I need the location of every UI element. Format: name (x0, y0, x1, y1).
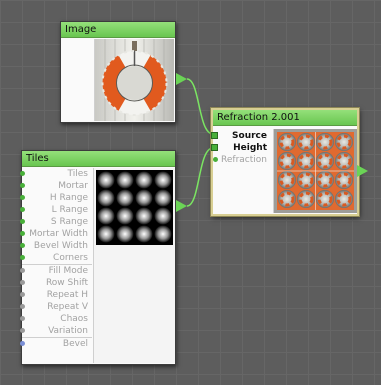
input-label: S Range (50, 217, 88, 227)
input-label: Bevel (62, 339, 88, 349)
input-port[interactable] (20, 280, 25, 285)
input-label: Variation (48, 326, 88, 336)
refraction-node[interactable]: Refraction 2.001 Source Height Refractio… (211, 108, 359, 216)
input-source[interactable]: Source (211, 130, 271, 142)
input-bevel-width[interactable]: Bevel Width (20, 240, 92, 252)
refraction-output-port[interactable] (357, 165, 368, 177)
input-label: Mortar Width (29, 229, 88, 239)
input-port[interactable] (20, 255, 25, 260)
input-l-range[interactable]: L Range (20, 204, 92, 216)
input-label: Chaos (60, 314, 88, 324)
input-port[interactable] (20, 316, 25, 321)
image-preview (94, 39, 174, 121)
input-port[interactable] (20, 341, 25, 346)
input-port[interactable] (20, 231, 25, 236)
tiles-output-port[interactable] (176, 200, 187, 212)
input-port[interactable] (211, 132, 218, 139)
input-repeat-h[interactable]: Repeat H (20, 289, 92, 301)
tiles-pattern (94, 168, 175, 248)
refraction-input-list: Source Height Refraction (211, 130, 271, 166)
input-mortar-width[interactable]: Mortar Width (20, 228, 92, 240)
input-label: Height (233, 143, 267, 153)
input-height[interactable]: Height (211, 142, 271, 154)
input-label: Source (232, 131, 267, 141)
refraction-result-image (274, 129, 357, 213)
image-node[interactable]: Image (60, 21, 176, 123)
input-port[interactable] (20, 219, 25, 224)
tiles-node-title[interactable]: Tiles (22, 151, 175, 167)
input-variation[interactable]: Variation (20, 325, 92, 337)
input-row-shift[interactable]: Row Shift (20, 277, 92, 289)
input-label: Bevel Width (33, 241, 88, 251)
input-port[interactable] (20, 195, 25, 200)
input-port[interactable] (20, 207, 25, 212)
input-mortar[interactable]: Mortar (20, 180, 92, 192)
input-port[interactable] (20, 183, 25, 188)
input-port[interactable] (20, 171, 25, 176)
tiles-node[interactable]: Tiles Tiles Mortar H Range L Range S Ran… (20, 150, 176, 365)
input-label: L Range (51, 205, 88, 215)
input-label: Mortar (58, 181, 88, 191)
input-label: Corners (53, 253, 88, 263)
input-label: Refraction (221, 155, 267, 165)
tiles-input-list: Tiles Mortar H Range L Range S Range Mor… (20, 168, 92, 350)
input-label: Fill Mode (48, 266, 88, 276)
input-port[interactable] (20, 292, 25, 297)
input-port[interactable] (20, 268, 25, 273)
input-label: Repeat V (47, 302, 88, 312)
input-port[interactable] (20, 328, 25, 333)
input-label: Row Shift (45, 278, 88, 288)
image-output-port[interactable] (176, 73, 187, 85)
wire-tiles-to-height (186, 147, 214, 207)
input-fill-mode[interactable]: Fill Mode (20, 264, 92, 277)
wire-image-to-source (186, 78, 214, 135)
life-ring-photo (95, 39, 174, 121)
input-label: H Range (49, 193, 88, 203)
input-corners[interactable]: Corners (20, 252, 92, 264)
input-refraction[interactable]: Refraction (213, 154, 271, 166)
input-tiles[interactable]: Tiles (20, 168, 92, 180)
input-port[interactable] (213, 157, 218, 162)
input-label: Tiles (67, 169, 88, 179)
input-port[interactable] (211, 144, 218, 151)
input-h-range[interactable]: H Range (20, 192, 92, 204)
input-bevel[interactable]: Bevel (20, 337, 92, 350)
refraction-preview (273, 129, 357, 213)
input-s-range[interactable]: S Range (20, 216, 92, 228)
image-node-title[interactable]: Image (61, 22, 175, 38)
input-port[interactable] (20, 304, 25, 309)
tiles-preview (93, 168, 175, 363)
refraction-node-title[interactable]: Refraction 2.001 (213, 110, 357, 126)
input-chaos[interactable]: Chaos (20, 313, 92, 325)
input-label: Repeat H (46, 290, 88, 300)
input-repeat-v[interactable]: Repeat V (20, 301, 92, 313)
input-port[interactable] (20, 243, 25, 248)
